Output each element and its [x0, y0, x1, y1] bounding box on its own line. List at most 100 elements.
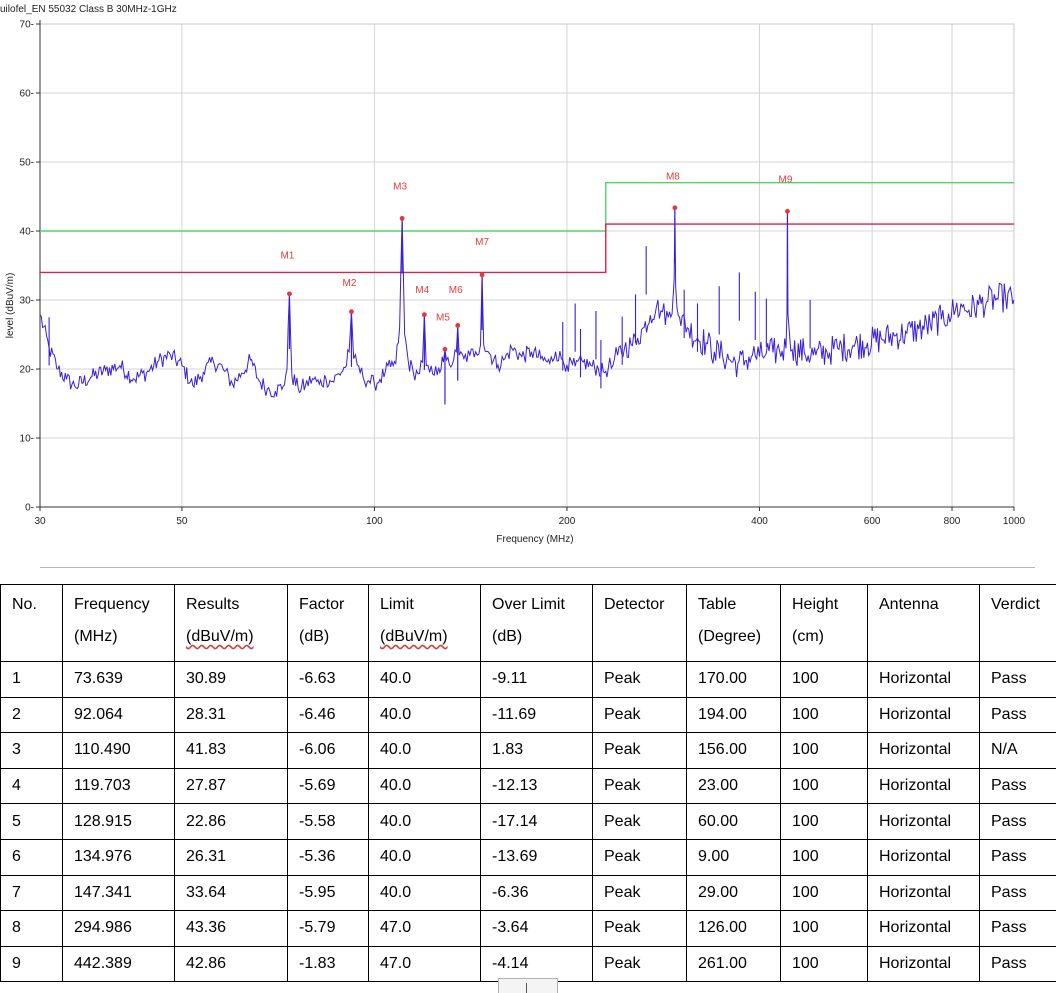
- header-cell: Height(cm): [781, 585, 868, 662]
- table-cell: Peak: [593, 697, 687, 733]
- y-tick-label: 10-: [20, 434, 34, 445]
- table-cell: -5.36: [288, 839, 369, 875]
- y-tick-label: 40-: [20, 227, 34, 238]
- header-unit: (Degree): [698, 621, 780, 653]
- y-tick-label: 20-: [20, 365, 34, 376]
- header-cell: Detector: [593, 585, 687, 662]
- table-cell: 23.00: [687, 768, 781, 804]
- table-cell: 40.0: [369, 662, 481, 698]
- x-tick-label: 400: [751, 516, 768, 527]
- marker-point: [422, 312, 427, 317]
- table-cell: Horizontal: [868, 697, 980, 733]
- x-tick-label: 50: [176, 516, 188, 527]
- table-cell: -5.58: [288, 804, 369, 840]
- y-tick-label: 30-: [20, 296, 34, 307]
- marker-point: [785, 209, 790, 214]
- table-cell: -9.11: [481, 662, 593, 698]
- marker-point: [443, 347, 448, 352]
- table-cell: -17.14: [481, 804, 593, 840]
- header-label: Height: [792, 589, 867, 621]
- table-cell: 60.00: [687, 804, 781, 840]
- resize-handle[interactable]: [498, 978, 558, 993]
- header-cell: Verdict: [980, 585, 1056, 662]
- marker-label: M6: [449, 285, 463, 296]
- x-tick-label: 1000: [1003, 516, 1026, 527]
- table-cell: 47.0: [369, 946, 481, 982]
- emission-chart: 0-10-20-30-40-50-60-70-30501002004006008…: [0, 0, 1056, 565]
- table-cell: 9.00: [687, 839, 781, 875]
- table-row: 6134.97626.31-5.3640.0-13.69Peak9.00100H…: [1, 839, 1056, 875]
- table-cell: 8: [1, 911, 63, 947]
- table-cell: 27.87: [175, 768, 288, 804]
- header-label: Antenna: [879, 589, 979, 621]
- table-cell: 5: [1, 804, 63, 840]
- table-cell: -12.13: [481, 768, 593, 804]
- header-unit: (dB): [492, 621, 592, 653]
- table-cell: 30.89: [175, 662, 288, 698]
- table-cell: Peak: [593, 911, 687, 947]
- table-cell: 40.0: [369, 875, 481, 911]
- table-cell: -13.69: [481, 839, 593, 875]
- table-cell: Horizontal: [868, 768, 980, 804]
- header-cell: No.: [1, 585, 63, 662]
- table-cell: 40.0: [369, 697, 481, 733]
- marker-point: [455, 323, 460, 328]
- header-label: Limit: [380, 589, 480, 621]
- table-cell: 442.389: [63, 946, 175, 982]
- header-cell: Table(Degree): [687, 585, 781, 662]
- y-tick-label: 50-: [20, 158, 34, 169]
- table-cell: Pass: [980, 697, 1056, 733]
- table-cell: 100: [781, 804, 868, 840]
- x-tick-label: 600: [864, 516, 881, 527]
- table-cell: 29.00: [687, 875, 781, 911]
- header-unit: (cm): [792, 621, 867, 653]
- marker-point: [349, 309, 354, 314]
- table-cell: 9: [1, 946, 63, 982]
- table-cell: 40.0: [369, 768, 481, 804]
- table-cell: Horizontal: [868, 875, 980, 911]
- table-cell: 100: [781, 697, 868, 733]
- table-cell: 128.915: [63, 804, 175, 840]
- y-tick-label: 70-: [20, 20, 34, 31]
- table-cell: 3: [1, 733, 63, 769]
- table-cell: 147.341: [63, 875, 175, 911]
- table-cell: Peak: [593, 733, 687, 769]
- table-cell: Pass: [980, 911, 1056, 947]
- table-cell: Peak: [593, 875, 687, 911]
- header-unit: (dBuV/m): [186, 621, 287, 653]
- header-unit: (dBuV/m): [380, 621, 480, 653]
- table-cell: 40.0: [369, 804, 481, 840]
- table-cell: 6: [1, 839, 63, 875]
- table-cell: Horizontal: [868, 946, 980, 982]
- table-cell: 26.31: [175, 839, 288, 875]
- table-cell: Peak: [593, 839, 687, 875]
- header-cell: Limit(dBuV/m): [369, 585, 481, 662]
- header-label: Frequency: [74, 589, 174, 621]
- table-cell: Pass: [980, 946, 1056, 982]
- header-label: Detector: [604, 589, 686, 621]
- table-cell: Horizontal: [868, 804, 980, 840]
- table-cell: 33.64: [175, 875, 288, 911]
- x-tick-label: 200: [559, 516, 576, 527]
- chart-title: uilofel_EN 55032 Class B 30MHz-1GHz: [0, 4, 177, 15]
- table-cell: Horizontal: [868, 662, 980, 698]
- marker-point: [287, 291, 292, 296]
- header-label: Table: [698, 589, 780, 621]
- table-cell: 100: [781, 662, 868, 698]
- table-cell: 100: [781, 911, 868, 947]
- y-tick-label: 60-: [20, 89, 34, 100]
- table-row: 9442.38942.86-1.8347.0-4.14Peak261.00100…: [1, 946, 1056, 982]
- table-cell: 28.31: [175, 697, 288, 733]
- table-cell: 92.064: [63, 697, 175, 733]
- table-cell: 4: [1, 768, 63, 804]
- table-cell: 43.36: [175, 911, 288, 947]
- table-cell: 41.83: [175, 733, 288, 769]
- header-label: Factor: [299, 589, 368, 621]
- header-cell: Factor(dB): [288, 585, 369, 662]
- header-cell: Results(dBuV/m): [175, 585, 288, 662]
- table-cell: -11.69: [481, 697, 593, 733]
- header-unit: (dB): [299, 621, 368, 653]
- table-cell: -4.14: [481, 946, 593, 982]
- header-unit: (MHz): [74, 621, 174, 653]
- table-cell: 73.639: [63, 662, 175, 698]
